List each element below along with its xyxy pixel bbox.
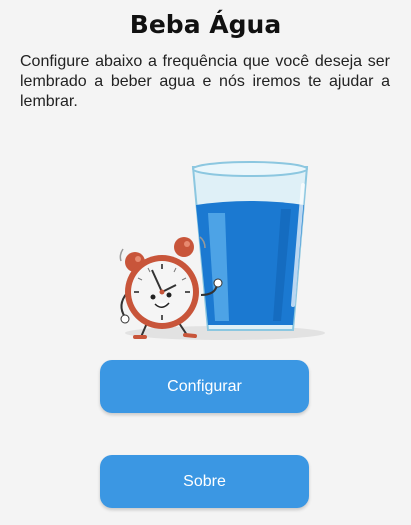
page-description: Configure abaixo a frequência que você d… — [20, 53, 390, 110]
configure-button[interactable]: Configurar — [100, 360, 309, 413]
about-button[interactable]: Sobre — [100, 455, 309, 508]
water-reminder-illustration — [105, 145, 325, 350]
water-glass-icon — [191, 161, 309, 331]
page-title: Beba Água — [129, 10, 282, 39]
